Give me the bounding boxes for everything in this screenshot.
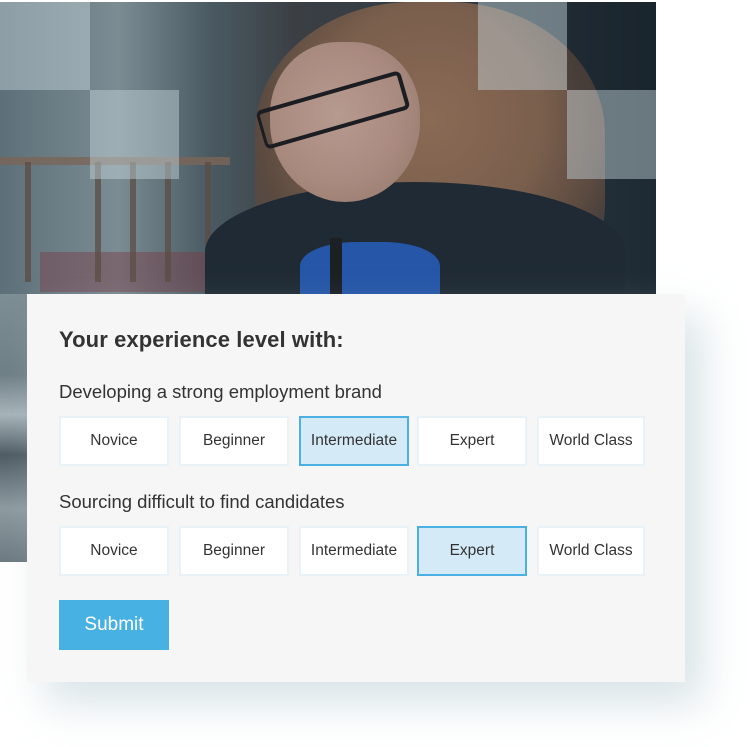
overlay-tile — [0, 2, 90, 90]
option-group-sourcing: Novice Beginner Intermediate Expert Worl… — [59, 526, 655, 576]
option-novice[interactable]: Novice — [59, 526, 169, 576]
question-label: Developing a strong employment brand — [59, 381, 382, 402]
option-intermediate[interactable]: Intermediate — [299, 416, 409, 466]
overlay-tile — [90, 90, 179, 179]
option-beginner[interactable]: Beginner — [179, 416, 289, 466]
overlay-tile — [478, 2, 567, 90]
option-expert[interactable]: Expert — [417, 526, 527, 576]
photo-background-post — [95, 162, 101, 282]
option-intermediate[interactable]: Intermediate — [299, 526, 409, 576]
overlay-tile — [567, 2, 656, 90]
overlay-tile — [567, 90, 656, 179]
photo-subject-lanyard — [330, 238, 342, 294]
option-beginner[interactable]: Beginner — [179, 526, 289, 576]
photo-background-post — [165, 162, 171, 282]
form-title: Your experience level with: — [59, 327, 344, 352]
submit-button[interactable]: Submit — [59, 600, 169, 650]
experience-form-card: Your experience level with: Developing a… — [27, 294, 685, 682]
photo-subject-shirt — [300, 242, 440, 294]
hero-photo — [0, 2, 656, 294]
option-world-class[interactable]: World Class — [537, 526, 645, 576]
option-group-employment-brand: Novice Beginner Intermediate Expert Worl… — [59, 416, 655, 466]
photo-background-post — [25, 162, 31, 282]
option-expert[interactable]: Expert — [417, 416, 527, 466]
option-world-class[interactable]: World Class — [537, 416, 645, 466]
option-novice[interactable]: Novice — [59, 416, 169, 466]
photo-background-post — [130, 162, 136, 282]
hero-photo-lower-strip — [0, 294, 27, 562]
question-label: Sourcing difficult to find candidates — [59, 491, 345, 512]
